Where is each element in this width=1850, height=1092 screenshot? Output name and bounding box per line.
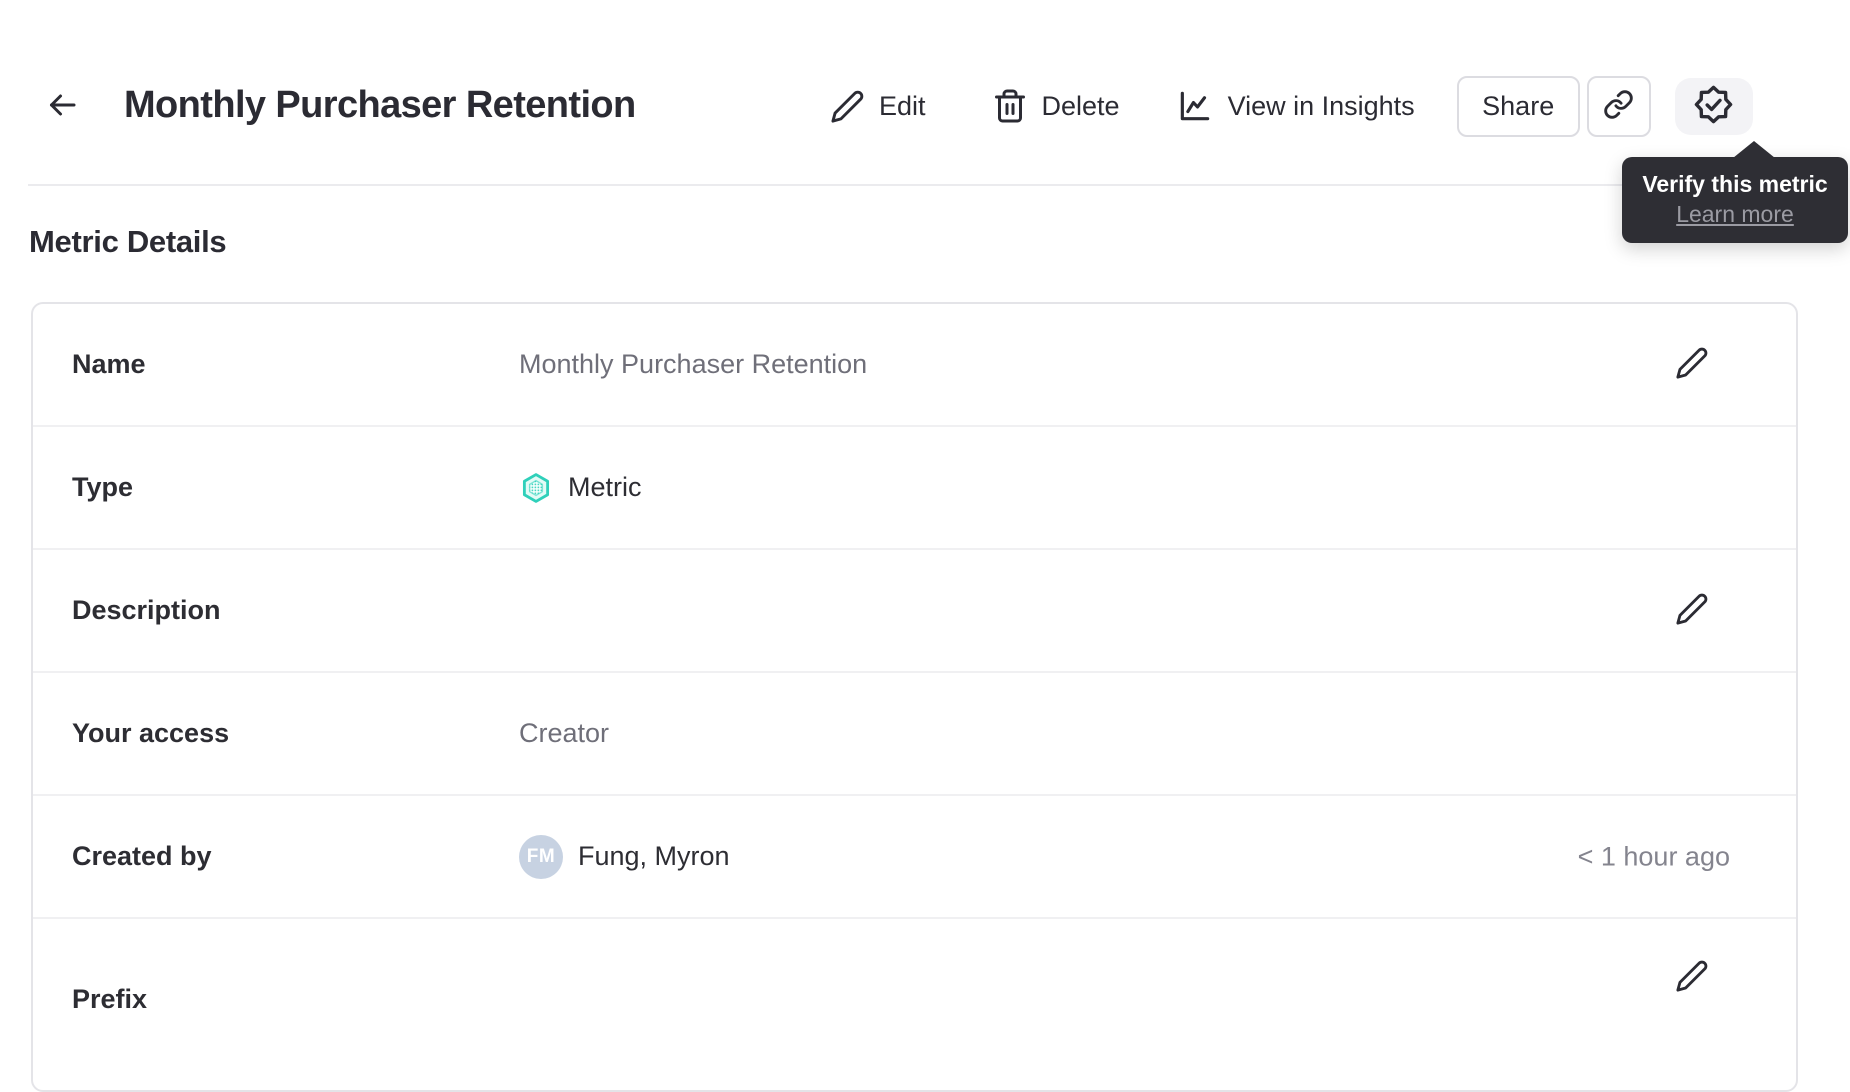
row-label: Created by bbox=[72, 841, 212, 871]
detail-row-name: Name Monthly Purchaser Retention bbox=[33, 304, 1796, 427]
detail-row-created-by: Created by FM Fung, Myron < 1 hour ago bbox=[33, 796, 1796, 919]
delete-trash-icon bbox=[992, 88, 1028, 124]
edit-button-label: Edit bbox=[879, 90, 926, 121]
created-timestamp: < 1 hour ago bbox=[1577, 841, 1730, 871]
delete-button-label: Delete bbox=[1041, 90, 1120, 121]
back-arrow-icon bbox=[44, 87, 80, 126]
name-value: Monthly Purchaser Retention bbox=[519, 349, 868, 379]
verify-metric-button[interactable] bbox=[1674, 77, 1753, 135]
tooltip-caret-icon bbox=[1733, 141, 1775, 158]
page-title: Monthly Purchaser Retention bbox=[124, 84, 636, 126]
verify-tooltip: Verify this metric Learn more bbox=[1622, 141, 1848, 243]
copy-link-button[interactable] bbox=[1586, 75, 1651, 137]
page-header: Monthly Purchaser Retention Edit Delete bbox=[0, 0, 1850, 186]
edit-pencil-icon bbox=[830, 89, 865, 124]
share-button[interactable]: Share bbox=[1456, 75, 1580, 137]
insights-button-label: View in Insights bbox=[1227, 90, 1415, 121]
edit-prefix-button[interactable] bbox=[1671, 956, 1713, 998]
edit-pencil-icon bbox=[1675, 346, 1709, 383]
insights-chart-icon bbox=[1176, 87, 1214, 125]
detail-row-prefix: Prefix bbox=[33, 919, 1796, 1079]
back-button[interactable] bbox=[42, 86, 82, 126]
row-label: Type bbox=[72, 472, 134, 502]
type-value: Metric bbox=[568, 472, 642, 502]
edit-name-button[interactable] bbox=[1671, 344, 1713, 386]
detail-row-description: Description bbox=[33, 550, 1796, 673]
row-label: Description bbox=[72, 595, 221, 625]
metric-hexagon-icon bbox=[519, 471, 553, 505]
learn-more-link[interactable]: Learn more bbox=[1676, 199, 1794, 229]
link-icon bbox=[1603, 89, 1634, 123]
avatar: FM bbox=[519, 834, 563, 879]
created-by-value: Fung, Myron bbox=[578, 841, 730, 871]
edit-pencil-icon bbox=[1675, 959, 1709, 996]
row-label: Your access bbox=[72, 718, 230, 748]
tooltip-title: Verify this metric bbox=[1642, 171, 1828, 197]
view-in-insights-button[interactable]: View in Insights bbox=[1176, 87, 1415, 125]
edit-description-button[interactable] bbox=[1671, 590, 1713, 632]
access-value: Creator bbox=[519, 718, 610, 748]
edit-button[interactable]: Edit bbox=[830, 89, 926, 124]
section-heading: Metric Details bbox=[29, 224, 227, 259]
delete-button[interactable]: Delete bbox=[992, 88, 1120, 124]
header-divider bbox=[28, 184, 1822, 186]
detail-row-access: Your access Creator bbox=[33, 673, 1796, 796]
detail-row-type: Type Metric bbox=[33, 427, 1796, 550]
metric-details-card: Name Monthly Purchaser Retention Type Me… bbox=[31, 302, 1798, 1092]
edit-pencil-icon bbox=[1675, 592, 1709, 629]
header-actions: Edit Delete View in Insights Share bbox=[830, 75, 1753, 137]
verify-badge-icon bbox=[1693, 84, 1734, 128]
row-label: Name bbox=[72, 349, 146, 379]
